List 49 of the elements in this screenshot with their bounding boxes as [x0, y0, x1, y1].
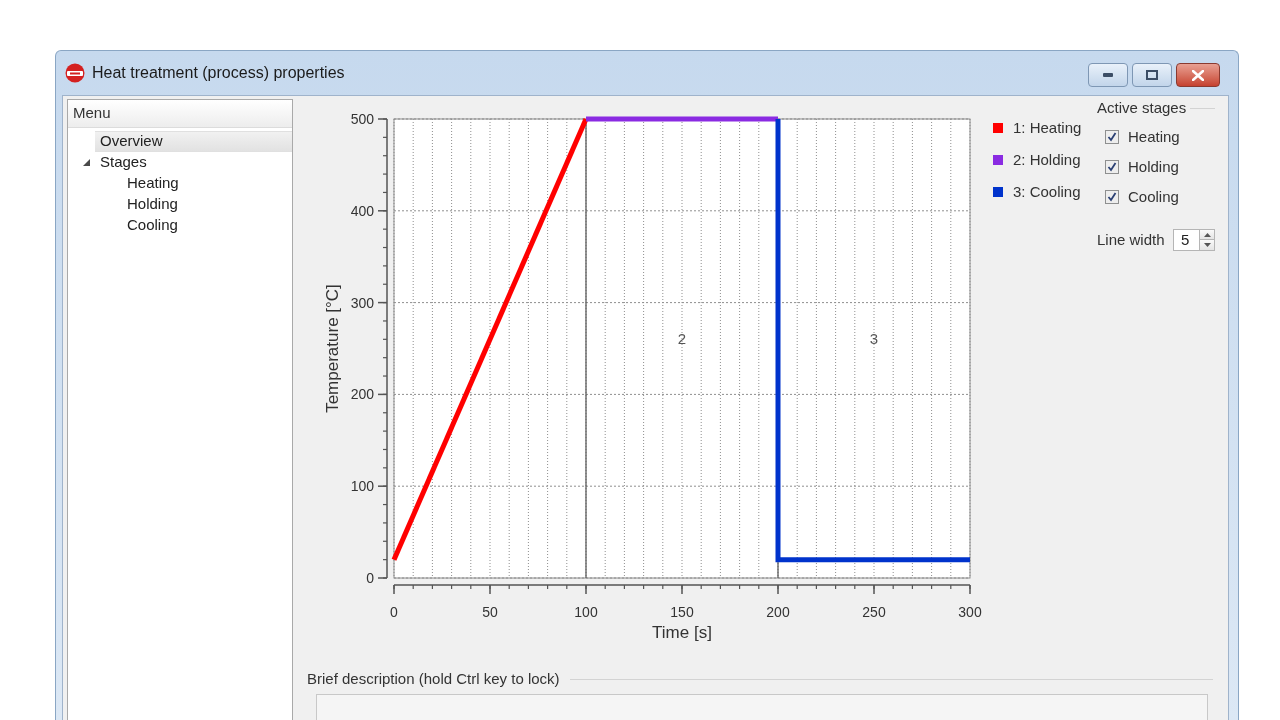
minimize-icon	[1103, 73, 1113, 77]
group-title: Active stages	[1097, 97, 1187, 118]
x-tick-label: 300	[958, 604, 982, 620]
y-tick-label: 200	[350, 386, 374, 403]
x-tick-label: 200	[766, 604, 790, 620]
y-tick-label: 100	[350, 478, 374, 495]
stage-number-label: 2	[677, 330, 687, 348]
stage-number-label: 3	[869, 330, 879, 348]
x-tick-label: 50	[482, 604, 498, 620]
caret-down-icon	[1203, 243, 1211, 247]
checkbox[interactable]	[1105, 160, 1119, 174]
caret-up-icon	[1203, 232, 1211, 237]
maximize-icon	[1146, 70, 1158, 80]
y-tick-label: 0	[366, 570, 374, 586]
tree-item[interactable]: Heating	[122, 173, 292, 194]
y-tick-label: 500	[350, 111, 374, 127]
tree-item[interactable]: Overview	[95, 131, 292, 152]
checkbox-label[interactable]: Holding	[1128, 155, 1179, 179]
legend-label: 3: Cooling	[1013, 181, 1081, 202]
close-icon	[1192, 69, 1204, 81]
checkbox-label[interactable]: Heating	[1128, 125, 1180, 149]
axis-title: Temperature [°C]	[323, 284, 342, 413]
app-logo-icon	[65, 63, 85, 83]
window-title: Heat treatment (process) properties	[92, 63, 345, 83]
checkbox-label[interactable]: Cooling	[1128, 185, 1179, 209]
x-tick-label: 100	[574, 604, 598, 620]
minimize-button[interactable]	[1088, 63, 1128, 87]
tree-item[interactable]: Holding	[122, 194, 292, 215]
y-tick-label: 400	[350, 202, 374, 219]
legend-label: 2: Holding	[1013, 149, 1081, 170]
maximize-button[interactable]	[1132, 63, 1172, 87]
spin-up-button[interactable]	[1199, 229, 1215, 240]
axis-title: Time [s]	[652, 623, 712, 642]
x-tick-label: 250	[862, 604, 886, 620]
y-tick-label: 300	[350, 294, 374, 311]
description-field[interactable]	[316, 694, 1208, 720]
tree-item[interactable]: Cooling	[122, 215, 292, 236]
group-title: Brief description (hold Ctrl key to lock)	[307, 668, 560, 689]
checkbox[interactable]	[1105, 190, 1119, 204]
line-width-field[interactable]: 5	[1173, 229, 1199, 251]
close-button[interactable]	[1176, 63, 1220, 87]
x-tick-label: 0	[390, 604, 398, 620]
spin-down-button[interactable]	[1199, 240, 1215, 251]
checkbox[interactable]	[1105, 130, 1119, 144]
x-tick-label: 150	[670, 604, 694, 620]
line-width-label: Line width	[1097, 229, 1165, 250]
tree-item[interactable]: Stages	[95, 152, 292, 173]
collapse-triangle-icon[interactable]	[83, 159, 90, 166]
legend-label: 1: Heating	[1013, 117, 1082, 138]
